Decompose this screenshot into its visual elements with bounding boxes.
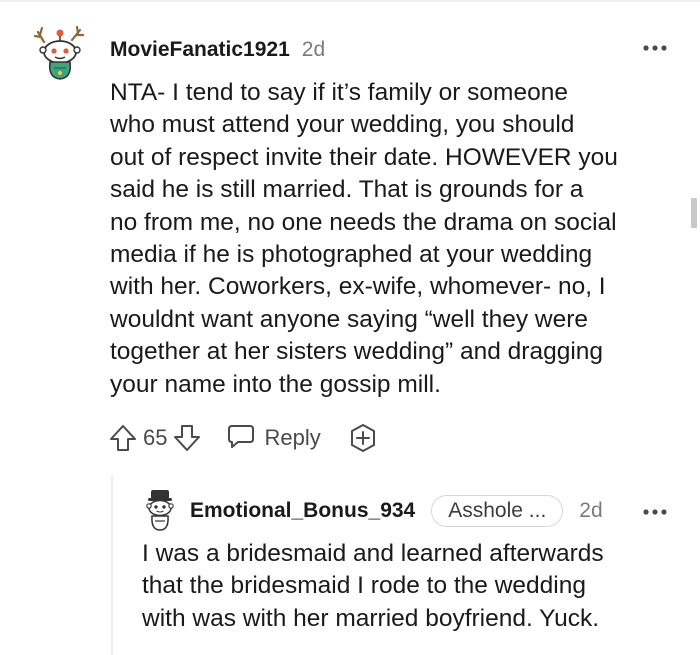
thread-line[interactable] bbox=[111, 475, 113, 655]
more-options-icon[interactable] bbox=[640, 502, 670, 522]
comment-body: NTA- I tend to say if it’s family or som… bbox=[110, 77, 680, 401]
speech-bubble-icon bbox=[226, 421, 256, 456]
comment-body-line: no from me, no one needs the drama on so… bbox=[110, 208, 617, 236]
snoo-avatar-icon[interactable] bbox=[30, 24, 90, 84]
reply-body-line: that the bridesmaid I rode to the weddin… bbox=[142, 572, 587, 600]
upvote-arrow-icon[interactable] bbox=[108, 423, 138, 453]
comment-body-line: media if he is photographed at your wedd… bbox=[110, 241, 593, 269]
scrollbar-thumb[interactable] bbox=[691, 198, 697, 228]
comment-body-line: said he is still married. That is ground… bbox=[110, 176, 584, 204]
comment-body-line: who must attend your wedding, you should bbox=[110, 111, 575, 139]
reply-button[interactable]: Reply bbox=[226, 421, 321, 456]
top-divider bbox=[0, 0, 700, 2]
reply-body-line: with was with her married boyfriend. Yuc… bbox=[142, 604, 600, 632]
comment-body-line: NTA- I tend to say if it’s family or som… bbox=[110, 79, 568, 106]
reply-timestamp: 2d bbox=[579, 499, 603, 522]
comment-body-line: your name into the gossip mill. bbox=[110, 370, 441, 398]
snoo-avatar-icon[interactable] bbox=[142, 488, 178, 532]
reply-label: Reply bbox=[264, 425, 321, 450]
award-plus-icon[interactable] bbox=[347, 422, 379, 454]
more-options-icon[interactable] bbox=[640, 38, 670, 58]
reply-author-username[interactable]: Emotional_Bonus_934 bbox=[190, 499, 415, 523]
comment-body-line: with her. Coworkers, ex-wife, whomever- … bbox=[110, 273, 606, 301]
comment-body-line: together at her sisters wedding” and dra… bbox=[110, 338, 604, 366]
reply-body: I was a bridesmaid and learned afterward… bbox=[142, 538, 682, 635]
comment-body-line: out of respect invite their date. HOWEVE… bbox=[110, 143, 618, 171]
vote-score: 65 bbox=[143, 425, 168, 450]
reply-body-line: I was a bridesmaid and learned afterward… bbox=[142, 540, 604, 567]
downvote-arrow-icon[interactable] bbox=[172, 423, 202, 453]
user-flair-badge[interactable]: Asshole ... bbox=[431, 495, 564, 527]
comment-action-bar: 65 Reply bbox=[108, 421, 379, 455]
comment-timestamp: 2d bbox=[301, 38, 326, 61]
comment-body-line: wouldnt want anyone saying “well they we… bbox=[110, 305, 589, 333]
comment-author-username[interactable]: MovieFanatic1921 bbox=[110, 38, 290, 62]
